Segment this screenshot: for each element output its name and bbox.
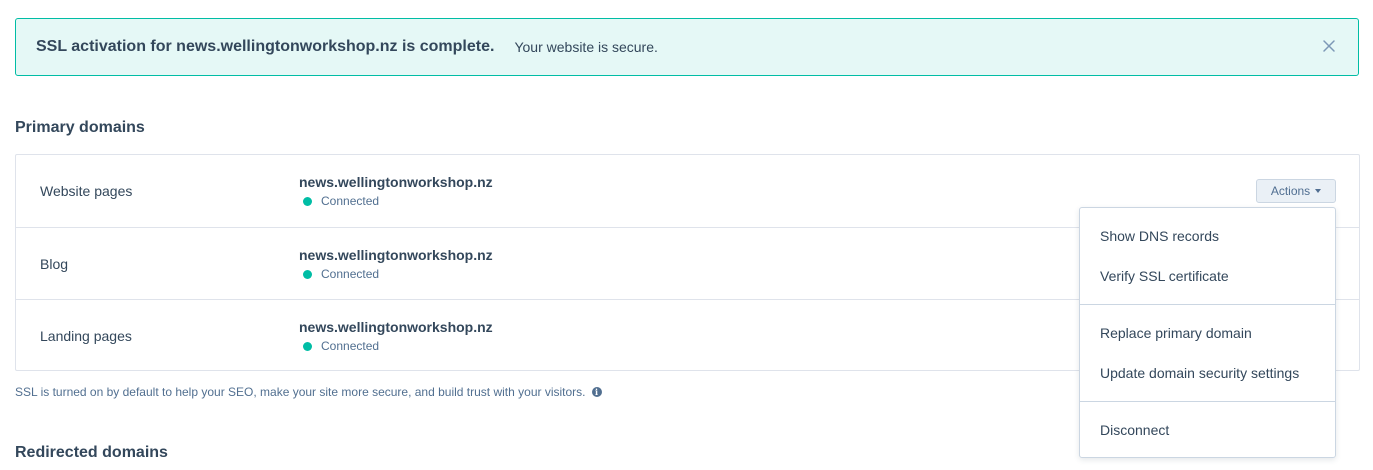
caret-down-icon: [1315, 189, 1322, 193]
domains-settings-page: SSL activation for news.wellingtonworksh…: [0, 0, 1373, 470]
row-domain: news.wellingtonworkshop.nz: [299, 174, 493, 190]
row-label: Website pages: [40, 183, 133, 199]
status-text: Connected: [321, 339, 380, 353]
actions-button[interactable]: Actions: [1256, 179, 1336, 203]
redirected-domains-title: Redirected domains: [15, 444, 168, 461]
status-badge: Connected: [303, 339, 379, 353]
row-label: Blog: [40, 256, 69, 272]
menu-item-disconnect[interactable]: Disconnect: [1100, 422, 1169, 438]
alert-message: Your website is secure.: [514, 39, 658, 55]
close-icon[interactable]: [1322, 39, 1336, 53]
status-dot-icon: [303, 269, 312, 279]
footnote-text: SSL is turned on by default to help your…: [15, 385, 586, 399]
row-domain: news.wellingtonworkshop.nz: [299, 247, 493, 263]
menu-item-update-domain-security-settings[interactable]: Update domain security settings: [1100, 365, 1299, 381]
ssl-footnote: SSL is turned on by default to help your…: [15, 385, 602, 399]
menu-divider: [1080, 401, 1335, 402]
info-icon[interactable]: i: [591, 387, 602, 397]
status-dot-icon: [303, 341, 312, 351]
status-text: Connected: [321, 267, 380, 281]
status-dot-icon: [303, 196, 312, 206]
status-badge: Connected: [303, 194, 379, 208]
menu-item-verify-ssl-certificate[interactable]: Verify SSL certificate: [1100, 268, 1229, 284]
status-badge: Connected: [303, 267, 379, 281]
actions-dropdown-menu: Show DNS records Verify SSL certificate …: [1079, 207, 1336, 458]
actions-label: Actions: [1270, 184, 1311, 198]
menu-item-show-dns-records[interactable]: Show DNS records: [1100, 228, 1219, 244]
menu-divider: [1080, 304, 1335, 305]
ssl-success-alert: SSL activation for news.wellingtonworksh…: [15, 18, 1359, 76]
alert-title: SSL activation for news.wellingtonworksh…: [36, 38, 495, 55]
status-text: Connected: [321, 194, 380, 208]
menu-item-replace-primary-domain[interactable]: Replace primary domain: [1100, 325, 1252, 341]
row-label: Landing pages: [40, 328, 132, 344]
row-domain: news.wellingtonworkshop.nz: [299, 319, 493, 335]
primary-domains-title: Primary domains: [15, 119, 145, 136]
